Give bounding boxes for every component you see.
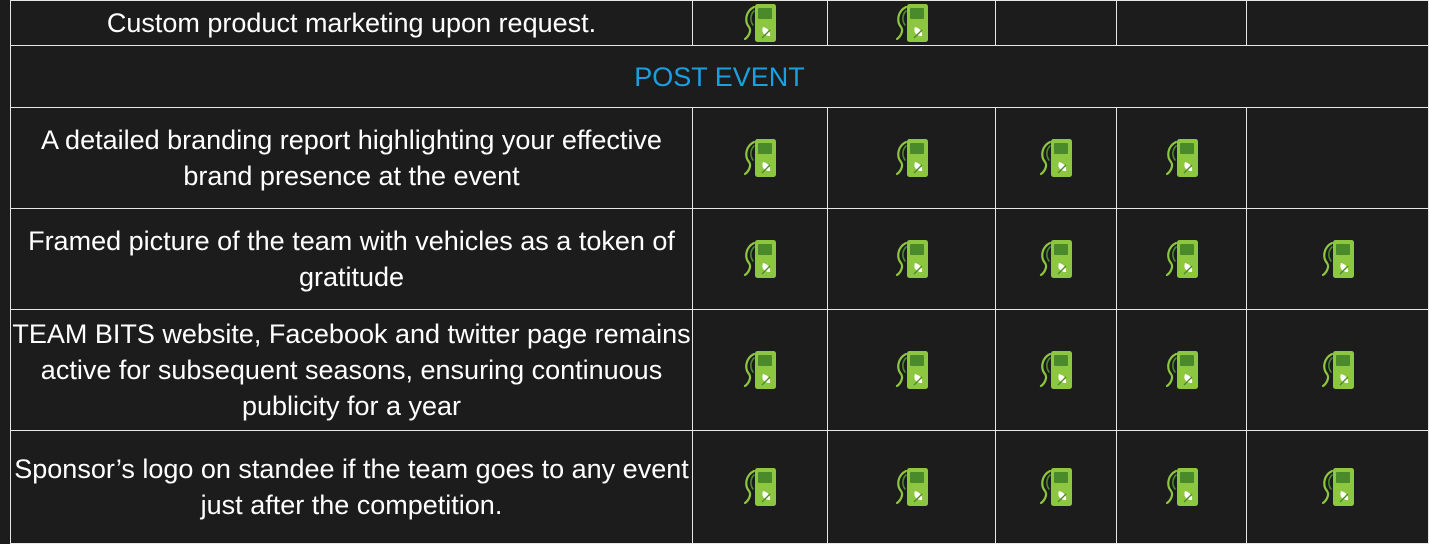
eco-fuel-pump-icon: [1038, 237, 1074, 281]
benefit-row: Custom product marketing upon request.: [10, 0, 1429, 46]
tier-3-cell: [995, 0, 1117, 46]
eco-fuel-pump-icon: [1320, 348, 1356, 392]
eco-fuel-pump-icon: [1320, 465, 1356, 509]
tier-1-cell: [692, 208, 828, 310]
tier-5-cell: [1246, 430, 1429, 544]
tier-2-cell: [827, 0, 996, 46]
tier-2-cell: [827, 309, 996, 431]
benefit-row: TEAM BITS website, Facebook and twitter …: [10, 309, 1429, 431]
sponsorship-benefits-table: Custom product marketing upon request. PO…: [10, 0, 1429, 544]
tier-4-cell: [1116, 208, 1247, 310]
eco-fuel-pump-icon: [894, 237, 930, 281]
tier-5-cell: [1246, 309, 1429, 431]
eco-fuel-pump-icon: [742, 136, 778, 180]
benefit-row: Sponsor’s logo on standee if the team go…: [10, 430, 1429, 544]
tier-5-cell: [1246, 0, 1429, 46]
section-title: POST EVENT: [10, 45, 1429, 108]
eco-fuel-pump-icon: [1320, 237, 1356, 281]
tier-1-cell: [692, 107, 828, 209]
eco-fuel-pump-icon: [1038, 348, 1074, 392]
tier-3-cell: [995, 309, 1117, 431]
tier-4-cell: [1116, 309, 1247, 431]
tier-4-cell: [1116, 0, 1247, 46]
tier-4-cell: [1116, 107, 1247, 209]
eco-fuel-pump-icon: [894, 348, 930, 392]
tier-2-cell: [827, 430, 996, 544]
tier-5-cell: [1246, 107, 1429, 209]
benefit-description: Custom product marketing upon request.: [10, 0, 693, 46]
tier-1-cell: [692, 309, 828, 431]
tier-4-cell: [1116, 430, 1247, 544]
eco-fuel-pump-icon: [894, 465, 930, 509]
tier-2-cell: [827, 107, 996, 209]
benefit-description: A detailed branding report highlighting …: [10, 107, 693, 209]
eco-fuel-pump-icon: [742, 348, 778, 392]
eco-fuel-pump-icon: [894, 1, 930, 45]
eco-fuel-pump-icon: [1164, 465, 1200, 509]
tier-3-cell: [995, 208, 1117, 310]
eco-fuel-pump-icon: [1164, 136, 1200, 180]
eco-fuel-pump-icon: [1038, 136, 1074, 180]
tier-3-cell: [995, 107, 1117, 209]
eco-fuel-pump-icon: [1164, 348, 1200, 392]
benefit-row: A detailed branding report highlighting …: [10, 107, 1429, 209]
benefit-description: TEAM BITS website, Facebook and twitter …: [10, 309, 693, 431]
benefit-row: Framed picture of the team with vehicles…: [10, 208, 1429, 310]
eco-fuel-pump-icon: [742, 465, 778, 509]
tier-3-cell: [995, 430, 1117, 544]
benefit-description: Framed picture of the team with vehicles…: [10, 208, 693, 310]
eco-fuel-pump-icon: [1164, 237, 1200, 281]
tier-2-cell: [827, 208, 996, 310]
eco-fuel-pump-icon: [1038, 465, 1074, 509]
tier-1-cell: [692, 430, 828, 544]
eco-fuel-pump-icon: [742, 1, 778, 45]
eco-fuel-pump-icon: [742, 237, 778, 281]
section-header-row: POST EVENT: [10, 45, 1429, 108]
tier-5-cell: [1246, 208, 1429, 310]
tier-1-cell: [692, 0, 828, 46]
eco-fuel-pump-icon: [894, 136, 930, 180]
benefit-description: Sponsor’s logo on standee if the team go…: [10, 430, 693, 544]
